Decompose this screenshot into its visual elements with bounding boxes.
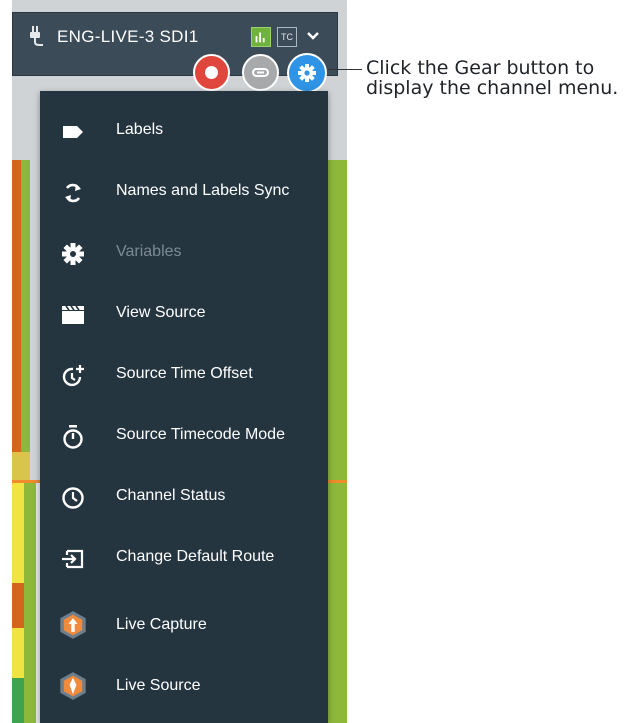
meter-stripe-left-lower-yellow xyxy=(12,483,24,583)
timecode-icon[interactable]: TC xyxy=(277,27,297,47)
menu-item-label: Live Source xyxy=(116,677,201,694)
gear-icon xyxy=(298,64,316,82)
menu-item-live-source[interactable]: Live Source xyxy=(40,657,328,717)
menu-item-variables[interactable]: Variables xyxy=(40,223,328,283)
record-button[interactable] xyxy=(193,54,230,91)
stopwatch-icon xyxy=(63,425,83,449)
clapperboard-icon xyxy=(62,305,84,324)
meter-stripe-left-upper xyxy=(12,160,21,452)
meter-stripe-left-lower-yellow2 xyxy=(12,628,24,678)
menu-item-channel-status[interactable]: Channel Status xyxy=(40,467,328,527)
live-source-icon xyxy=(60,672,86,700)
meter-stripe-right-lower xyxy=(326,483,347,723)
menu-item-label: Variables xyxy=(116,243,182,260)
menu-item-label: Channel Status xyxy=(116,487,226,504)
route-input-icon xyxy=(62,549,84,569)
menu-item-change-default-route[interactable]: Change Default Route xyxy=(40,528,328,588)
meter-stripe-left-upper-green xyxy=(21,160,30,452)
gear-icon xyxy=(62,243,84,265)
menu-item-label: Source Time Offset xyxy=(116,365,253,382)
menu-item-label: Live Capture xyxy=(116,616,207,633)
menu-item-view-source[interactable]: View Source xyxy=(40,284,328,344)
gear-button[interactable] xyxy=(287,53,327,93)
meter-stripe-left-lower-orange xyxy=(12,583,24,628)
callout-line-1: Click the Gear button to xyxy=(366,57,595,79)
menu-item-names-labels-sync[interactable]: Names and Labels Sync xyxy=(40,162,328,222)
meter-stripe-left-lower-green xyxy=(24,483,36,723)
menu-item-label: Labels xyxy=(116,121,164,138)
link-icon xyxy=(252,68,269,77)
channel-name: ENG-LIVE-3 SDI1 xyxy=(57,27,199,46)
audio-meter-icon[interactable] xyxy=(251,27,271,47)
record-icon xyxy=(205,66,218,79)
meter-stripe-left-yellow xyxy=(12,452,30,480)
link-button[interactable] xyxy=(242,54,279,91)
live-capture-icon xyxy=(60,611,86,639)
menu-item-label: View Source xyxy=(116,304,206,321)
channel-menu: Labels Names and Labels Sync Variables V… xyxy=(40,91,328,723)
menu-item-label: Change Default Route xyxy=(116,548,275,565)
menu-item-labels[interactable]: Labels xyxy=(40,101,328,161)
callout-text: Click the Gear button to display the cha… xyxy=(366,58,618,98)
menu-item-label: Source Timecode Mode xyxy=(116,426,285,443)
callout-leader-line xyxy=(328,69,362,70)
callout-line-2: display the channel menu. xyxy=(366,77,619,99)
sync-icon xyxy=(65,183,81,203)
chevron-down-icon[interactable] xyxy=(305,27,321,45)
menu-item-live-capture[interactable]: Live Capture xyxy=(40,596,328,656)
clock-icon xyxy=(62,487,84,509)
meter-stripe-left-lower-green2 xyxy=(12,678,24,723)
menu-item-label: Names and Labels Sync xyxy=(116,182,290,199)
plug-icon xyxy=(30,26,43,46)
menu-item-source-time-offset[interactable]: Source Time Offset xyxy=(40,345,328,405)
meter-stripe-right-upper xyxy=(326,160,347,480)
menu-item-source-timecode-mode[interactable]: Source Timecode Mode xyxy=(40,406,328,466)
clock-plus-icon xyxy=(62,365,84,387)
label-tag-icon xyxy=(63,126,83,138)
